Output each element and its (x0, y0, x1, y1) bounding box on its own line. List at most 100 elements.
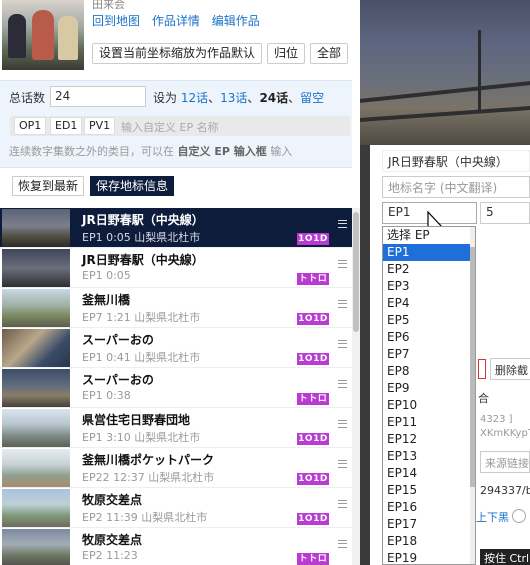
dropdown-option[interactable]: EP12 (383, 431, 475, 448)
work-details-link[interactable]: 作品详情 (152, 14, 200, 28)
point-row[interactable]: スーパーおの EP1 0:41 山梨県北杜市 1O1D (0, 328, 352, 368)
back-to-map-link[interactable]: 回到地图 (92, 14, 140, 28)
red-box-fragment (478, 359, 486, 379)
dropdown-option[interactable]: EP19 (383, 550, 475, 564)
ep-chip-pv1[interactable]: PV1 (84, 117, 116, 135)
set-12-link[interactable]: 12话 (181, 91, 208, 105)
translation-field[interactable]: 地标名字 (中文翻译) (382, 176, 530, 198)
url-fragment: 294337/b (480, 484, 530, 497)
dropdown-option[interactable]: EP16 (383, 499, 475, 516)
separator: 、 (247, 91, 260, 105)
episode-count-input[interactable]: 24 (50, 86, 146, 107)
letterbox-toggle[interactable] (512, 509, 526, 523)
point-row[interactable]: JR日野春駅（中央線） EP1 0:05 山梨県北杜市 1O1D (0, 208, 352, 248)
dropdown-option[interactable]: EP10 (383, 397, 475, 414)
dropdown-option[interactable]: EP7 (383, 346, 475, 363)
dropdown-option[interactable]: EP13 (383, 448, 475, 465)
note-text: 连续数字集数之外的类目，可以在 (9, 145, 174, 158)
dropdown-option[interactable]: EP5 (383, 312, 475, 329)
drag-handle-icon[interactable] (338, 500, 347, 508)
point-name: 牧原交差点 (82, 533, 143, 547)
set-default-zoom-button[interactable]: 设置当前坐标缩放为作品默认 (92, 43, 263, 64)
dropdown-scrollbar-thumb[interactable] (470, 247, 475, 487)
header-links: 回到地图 作品详情 编辑作品 (92, 12, 268, 29)
source-tag: 1O1D (297, 233, 329, 245)
custom-ep-input[interactable]: 输入自定义 EP 名称 (121, 119, 219, 135)
work-cover-image[interactable] (2, 0, 84, 70)
point-thumbnail (2, 409, 70, 447)
source-tag: トトロ (297, 553, 329, 565)
point-name: 県営住宅日野春団地 (82, 413, 191, 427)
dropdown-option-selected[interactable]: EP1 (383, 244, 475, 261)
set-13-link[interactable]: 13话 (220, 91, 247, 105)
point-name: 釜無川橋 (82, 293, 131, 307)
delete-screenshot-button[interactable]: 删除截 (490, 358, 530, 380)
point-row[interactable]: 牧原交差点 EP2 11:23 トトロ (0, 528, 352, 565)
point-name-field[interactable]: JR日野春駅（中央線） (382, 150, 530, 172)
note-text: 输入 (270, 145, 293, 158)
dropdown-option[interactable]: EP11 (383, 414, 475, 431)
point-name: スーパーおの (82, 373, 154, 387)
point-thumbnail (2, 449, 70, 487)
dropdown-option[interactable]: EP4 (383, 295, 475, 312)
custom-ep-row: OP1 ED1 PV1 输入自定义 EP 名称 (10, 116, 350, 136)
point-row[interactable]: 県営住宅日野春団地 EP1 3:10 山梨県北杜市 1O1D (0, 408, 352, 448)
source-tag: 1O1D (297, 313, 329, 325)
dropdown-option[interactable]: EP2 (383, 261, 475, 278)
time-field[interactable]: 5 (480, 202, 530, 224)
drag-handle-icon[interactable] (338, 260, 347, 268)
dropdown-option[interactable]: EP8 (383, 363, 475, 380)
point-row[interactable]: 釜無川橋 EP7 1:21 山梨県北杜市 1O1D (0, 288, 352, 328)
drag-handle-icon[interactable] (338, 220, 347, 228)
drag-handle-icon[interactable] (338, 340, 347, 348)
merge-label: 合 (478, 392, 489, 405)
restore-latest-button[interactable]: 恢复到最新 (12, 176, 85, 196)
dropdown-option[interactable]: EP9 (383, 380, 475, 397)
set-24-link[interactable]: 24话 (259, 91, 288, 105)
drag-handle-icon[interactable] (338, 380, 347, 388)
dropdown-scrollbar[interactable] (470, 227, 475, 564)
id-fragment: 4323 ] (480, 414, 513, 425)
point-meta: EP1 0:41 山梨県北杜市 (82, 351, 201, 364)
dropdown-option[interactable]: EP6 (383, 329, 475, 346)
dropdown-option[interactable]: EP17 (383, 516, 475, 533)
episode-dropdown[interactable]: 选择 EP EP1 EP2 EP3 EP4 EP5 EP6 EP7 EP8 EP… (382, 226, 476, 565)
point-thumbnail (2, 369, 70, 407)
list-scrollbar-thumb[interactable] (353, 212, 359, 332)
source-tag: トトロ (297, 273, 329, 285)
source-tag: 1O1D (297, 433, 329, 445)
drag-handle-icon[interactable] (338, 540, 347, 548)
dropdown-option[interactable]: EP18 (383, 533, 475, 550)
dropdown-option[interactable]: EP3 (383, 278, 475, 295)
header-buttons: 设置当前坐标缩放为作品默认 归位 全部 (92, 43, 349, 64)
dropdown-option[interactable]: EP15 (383, 482, 475, 499)
point-thumbnail (2, 329, 70, 367)
drag-handle-icon[interactable] (338, 300, 347, 308)
letterbox-toggle-label[interactable]: 上下黑 (476, 509, 509, 525)
edit-work-link[interactable]: 编辑作品 (212, 14, 260, 28)
dropdown-option[interactable]: EP14 (383, 465, 475, 482)
episode-count-panel: 总话数 24 设为 12话、13话、24话、留空 OP1 ED1 PV1 输入自… (0, 80, 352, 168)
ep-chip-ed1[interactable]: ED1 (50, 117, 83, 135)
point-meta: EP1 0:05 (82, 269, 131, 282)
point-meta: EP1 3:10 山梨県北杜市 (82, 431, 201, 444)
work-header: 田来会 回到地图 作品详情 编辑作品 设置当前坐标缩放为作品默认 归位 全部 (0, 0, 352, 76)
drag-handle-icon[interactable] (338, 420, 347, 428)
custom-ep-note: 连续数字集数之外的类目，可以在 自定义 EP 输入框 输入 (9, 143, 292, 159)
list-scrollbar[interactable] (352, 208, 360, 565)
set-as-label: 设为 (153, 91, 178, 105)
dropdown-option[interactable]: 选择 EP (383, 227, 475, 244)
set-empty-link[interactable]: 留空 (300, 91, 324, 105)
show-all-button[interactable]: 全部 (310, 43, 349, 64)
point-name: 牧原交差点 (82, 493, 143, 507)
point-row[interactable]: 釜無川橋ポケットパーク EP22 12:37 山梨県北杜市 1O1D (0, 448, 352, 488)
point-meta: EP2 11:39 山梨県北杜市 (82, 511, 208, 524)
drag-handle-icon[interactable] (338, 460, 347, 468)
save-point-button[interactable]: 保存地标信息 (90, 176, 175, 196)
point-row[interactable]: スーパーおの EP1 0:38 トトロ (0, 368, 352, 408)
point-row[interactable]: JR日野春駅（中央線） EP1 0:05 トトロ (0, 248, 352, 288)
point-row[interactable]: 牧原交差点 EP2 11:39 山梨県北杜市 1O1D (0, 488, 352, 528)
reset-position-button[interactable]: 归位 (267, 43, 306, 64)
ep-chip-op1[interactable]: OP1 (14, 117, 47, 135)
source-link-field[interactable]: 来源链接 (480, 451, 530, 473)
